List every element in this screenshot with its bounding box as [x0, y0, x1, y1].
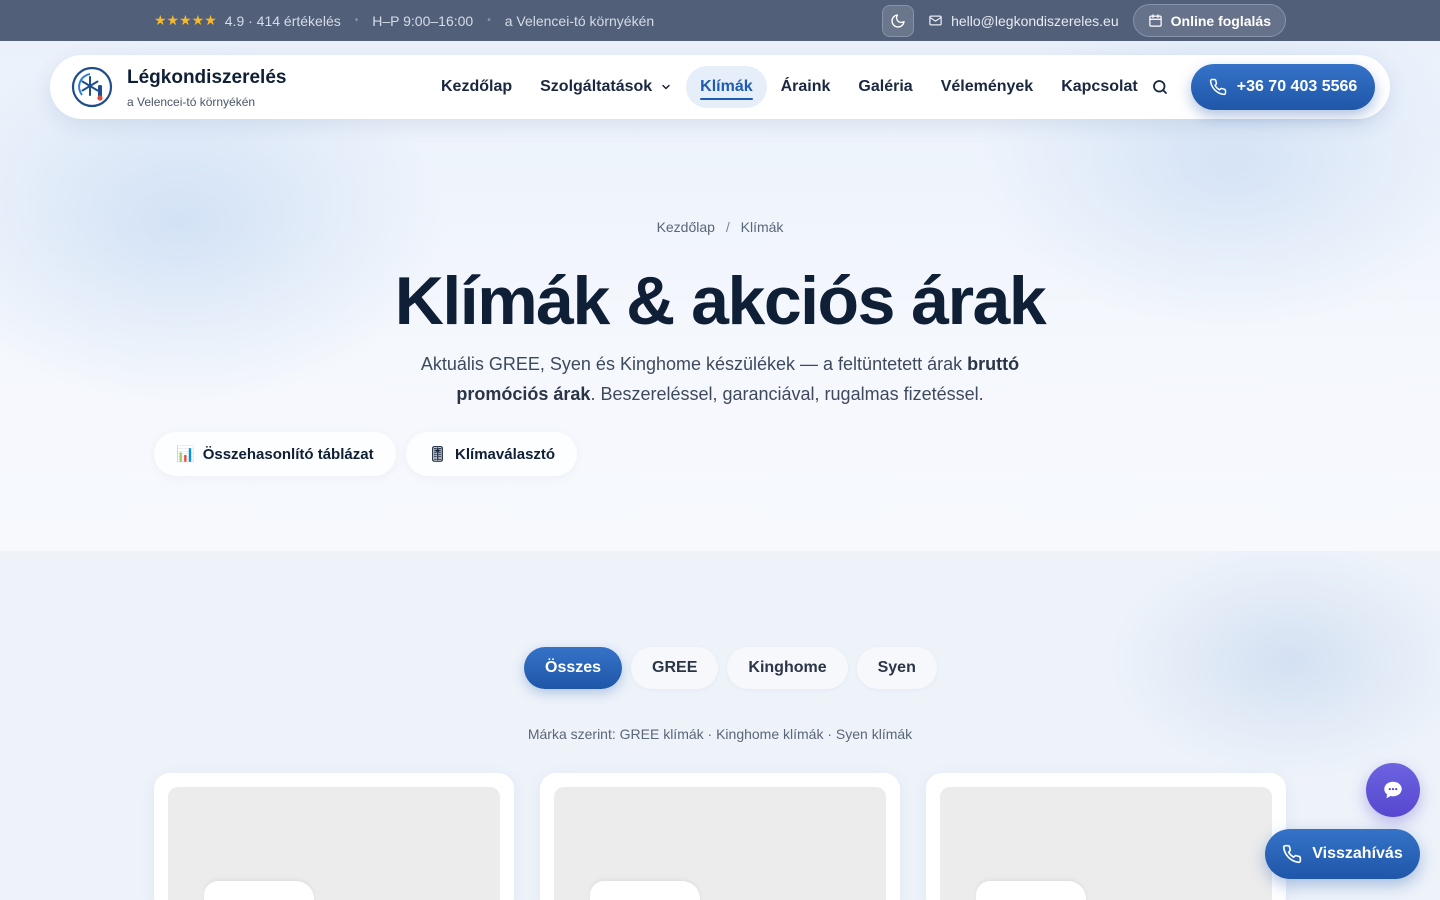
hero-description-text-end: . Beszereléssel, garanciával, rugalmas f… — [590, 384, 984, 404]
main-navigation: Légkondiszerelés a Velencei-tó környékén… — [50, 55, 1390, 119]
ac-unit-illustration — [976, 881, 1086, 900]
service-area: a Velencei-tó környékén — [504, 12, 655, 29]
filter-tab-osszes[interactable]: Összes — [524, 647, 623, 689]
filter-tab-label: GREE — [652, 659, 698, 676]
nav-item-label: Kezdőlap — [441, 78, 513, 95]
online-booking-button[interactable]: Online foglalás — [1132, 4, 1286, 37]
nav-item-klimak[interactable]: Klímák — [686, 66, 767, 108]
nav-item-galeria[interactable]: Galéria — [844, 66, 926, 108]
email-link[interactable]: hello@legkondiszereles.eu — [928, 13, 1119, 29]
rating-stars: ★★★★★ — [154, 12, 217, 28]
dark-mode-toggle[interactable] — [882, 4, 915, 37]
calendar-icon — [1148, 14, 1162, 27]
nav-item-label: Klímák — [700, 78, 753, 95]
nav-item-velemenyek[interactable]: Vélemények — [927, 66, 1048, 108]
comparison-table-label: Összehasonlító táblázat — [202, 445, 374, 463]
nav-menu: Kezdőlap Szolgáltatások Klímák Áraink Ga… — [427, 66, 1152, 108]
nav-item-kapcsolat[interactable]: Kapcsolat — [1047, 66, 1151, 108]
hero-description-text: Aktuális GREE, Syen és Kinghome készülék… — [420, 354, 968, 374]
callback-button[interactable]: Visszahívás — [1265, 829, 1420, 879]
control-knobs-icon: 🎚 — [428, 446, 448, 463]
phone-icon — [1209, 78, 1226, 96]
filter-tab-syen[interactable]: Syen — [856, 647, 937, 689]
search-button[interactable] — [1148, 75, 1172, 99]
top-info-bar: ★★★★★ 4.9 · 414 értékelés • H–P 9:00–16:… — [0, 0, 1440, 41]
ac-unit-illustration — [590, 881, 700, 900]
page-title: Klímák & akciós árak — [394, 263, 1047, 339]
filter-tab-label: Kinghome — [748, 659, 827, 676]
phone-number: +36 70 403 5566 — [1236, 78, 1358, 95]
breadcrumb-separator: / — [725, 219, 730, 235]
filter-tab-kinghome[interactable]: Kinghome — [727, 647, 848, 689]
filter-tab-gree[interactable]: GREE — [631, 647, 719, 689]
ac-selector-label: Klímaválasztó — [455, 445, 556, 463]
mail-icon — [929, 15, 942, 26]
separator-dot: • — [487, 15, 491, 26]
nav-item-szolgaltatasok[interactable]: Szolgáltatások — [526, 66, 686, 108]
chat-bubble-icon — [1384, 781, 1402, 799]
nav-item-label: Galéria — [858, 78, 913, 95]
brand-links[interactable]: Márka szerint: GREE klímák · Kinghome kl… — [0, 726, 1440, 742]
chat-button[interactable] — [1366, 763, 1420, 817]
product-card[interactable] — [926, 773, 1286, 900]
product-card[interactable] — [540, 773, 900, 900]
nav-item-kezdolap[interactable]: Kezdőlap — [427, 66, 526, 108]
breadcrumb-current: Klímák — [740, 219, 784, 235]
top-info-left: ★★★★★ 4.9 · 414 értékelés • H–P 9:00–16:… — [154, 0, 654, 41]
separator-dot: • — [354, 15, 359, 26]
nav-item-label: Szolgáltatások — [540, 78, 653, 95]
brand-filter-tabs: Összes GREE Kinghome Syen — [524, 647, 937, 689]
snowflake-logo-icon[interactable] — [70, 65, 114, 109]
ac-unit-illustration — [204, 881, 314, 900]
brand-subtitle: a Velencei-tó környékén — [127, 95, 256, 109]
nav-item-label: Áraink — [780, 78, 831, 95]
search-icon — [1153, 80, 1167, 94]
nav-item-label: Kapcsolat — [1061, 78, 1138, 95]
filter-tab-label: Összes — [545, 659, 602, 676]
chevron-down-icon — [660, 81, 672, 93]
brand-name[interactable]: Légkondiszerelés — [127, 67, 286, 89]
nav-item-label: Vélemények — [940, 78, 1034, 95]
ac-selector-link[interactable]: 🎚 Klímaválasztó — [406, 432, 578, 476]
top-info-right: hello@legkondiszereles.eu Online foglalá… — [882, 0, 1286, 41]
comparison-table-link[interactable]: 📊 Összehasonlító táblázat — [154, 432, 396, 476]
rating-text: 4.9 · 414 értékelés — [224, 12, 341, 29]
phone-call-button[interactable]: +36 70 403 5566 — [1191, 64, 1375, 110]
callback-label: Visszahívás — [1312, 845, 1403, 862]
phone-icon — [1283, 844, 1302, 864]
bar-chart-icon: 📊 — [176, 446, 195, 463]
nav-item-araink[interactable]: Áraink — [767, 66, 845, 108]
filter-tab-label: Syen — [877, 659, 916, 676]
email-text: hello@legkondiszereles.eu — [951, 12, 1119, 29]
breadcrumb: Kezdőlap / Klímák — [0, 219, 1440, 235]
moon-icon — [891, 13, 905, 28]
opening-hours: H–P 9:00–16:00 — [372, 12, 474, 29]
breadcrumb-home-link[interactable]: Kezdőlap — [657, 219, 715, 235]
hero-description: Aktuális GREE, Syen és Kinghome készülék… — [400, 349, 1040, 409]
product-card[interactable] — [154, 773, 514, 900]
online-booking-label: Online foglalás — [1170, 12, 1271, 29]
